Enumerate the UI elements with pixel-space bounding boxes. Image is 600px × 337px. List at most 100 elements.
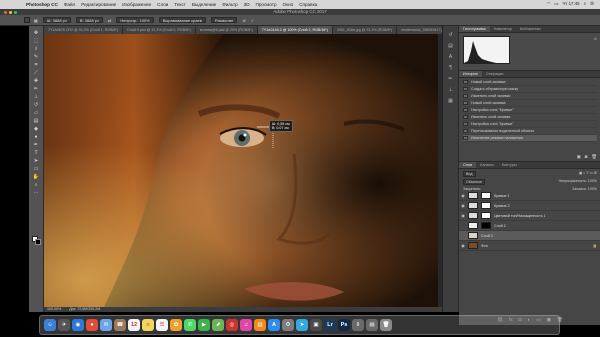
doc-tab[interactable]: коллаж@6.psd @ 25% (RGB/8*) <box>195 26 258 34</box>
home-icon[interactable] <box>24 17 30 23</box>
battery-icon[interactable]: ▭ <box>554 1 558 7</box>
close-button[interactable] <box>4 10 7 14</box>
width-field[interactable]: Ш: 3888 px <box>42 17 71 23</box>
align-edges-field[interactable]: Выравнивание краев <box>158 17 206 23</box>
portrait-photo[interactable] <box>44 34 438 307</box>
tab-history[interactable]: История <box>459 71 482 77</box>
menu-image[interactable]: Изображение <box>122 2 151 7</box>
menu-select[interactable]: Выделение <box>192 2 216 7</box>
doc-tab[interactable]: 2991_638a.jpg @ 33,3% (RGB/8*) <box>332 26 398 34</box>
tab-navigator[interactable]: Навигатор <box>490 26 516 32</box>
notes-icon[interactable]: ≡ <box>142 319 154 331</box>
itunes-icon[interactable]: ♫ <box>240 319 252 331</box>
doc-tab[interactable]: Слой 0.psd @ 33,3% (Слой 0, RGB/8*) <box>123 26 196 34</box>
menu-window[interactable]: Окно <box>283 2 294 7</box>
telegram-icon[interactable]: ➤ <box>296 319 308 331</box>
doc-size[interactable]: Док: 72,6М/330,2М <box>69 307 100 312</box>
eye-icon[interactable]: ◉ <box>461 203 465 208</box>
menu-layers[interactable]: Слои <box>157 2 168 7</box>
history-item[interactable]: Настройки слоя "Кривые" <box>463 107 597 114</box>
layer-row[interactable]: ◉ Кривые 1 <box>459 191 600 201</box>
clock[interactable]: Чт 17:45 <box>562 1 579 7</box>
photoshop-icon[interactable]: Ps <box>338 319 350 331</box>
menu-view[interactable]: Просмотр <box>256 2 277 7</box>
layer-row[interactable]: ◉ Цветовой тон/Насыщенность 1 <box>459 211 600 221</box>
layer-opacity[interactable]: Непрозрачность: 100% <box>559 179 597 185</box>
quick-select-tool-icon[interactable]: ✎ <box>33 54 40 60</box>
menu-help[interactable]: Справка <box>299 2 317 7</box>
more-tools-icon[interactable]: ··· <box>33 190 40 196</box>
blend-mode-select[interactable]: Обычные <box>463 179 485 185</box>
minimize-button[interactable] <box>9 10 12 14</box>
history-item-active[interactable]: Изменение режима наложения <box>463 135 597 142</box>
history-item[interactable]: Настройка слоя "Кривые" <box>463 121 597 128</box>
layer-row[interactable]: Слой 2 <box>459 221 600 231</box>
layer-mask-thumb[interactable] <box>481 192 491 199</box>
canvas-area[interactable]: Ш: 0,55 см В: 0,07 см <box>44 34 442 307</box>
app-store-icon[interactable]: A <box>268 319 280 331</box>
histogram-warning-icon[interactable]: ⚠ <box>593 36 597 41</box>
path-select-icon[interactable]: ➤ <box>33 158 40 164</box>
downloads-icon[interactable]: ⇩ <box>352 319 364 331</box>
search-icon[interactable]: ⌕ <box>584 1 586 7</box>
wifi-icon[interactable]: ◠ <box>546 1 550 7</box>
layer-row[interactable]: ◉ Кривые 2 <box>459 201 600 211</box>
delete-state-icon[interactable]: 🗑 <box>591 154 597 160</box>
messages-icon[interactable]: ✆ <box>184 319 196 331</box>
gradient-tool-icon[interactable]: ▤ <box>33 118 40 124</box>
history-brush-icon[interactable]: ↺ <box>33 102 40 108</box>
menu-edit[interactable]: Редактирование <box>81 2 116 7</box>
history-item[interactable]: Создать обтравочную маску <box>463 86 597 93</box>
history-item[interactable]: Перетаскивание выделенной области <box>463 128 597 135</box>
opacity-field[interactable]: Непрозр.: 100% <box>116 17 154 23</box>
tab-paths[interactable]: Контуры <box>498 162 521 168</box>
menu-app-name[interactable]: Photoshop CC <box>26 2 58 7</box>
finder-icon[interactable]: ☺ <box>44 319 56 331</box>
menu-type[interactable]: Текст <box>174 2 186 7</box>
layer-mask-thumb[interactable] <box>481 222 491 229</box>
menu-file[interactable]: Файл <box>64 2 75 7</box>
new-snapshot-icon[interactable]: ▣ <box>577 154 581 160</box>
dodge-tool-icon[interactable]: ● <box>33 134 40 140</box>
brush-tool-icon[interactable]: ✏ <box>33 86 40 92</box>
eraser-tool-icon[interactable]: ▱ <box>33 110 40 116</box>
doc-tab[interactable]: shutterstock_288949417.jpg @ 35% <box>397 26 442 34</box>
properties-panel-icon[interactable]: ▤ <box>447 43 454 49</box>
marquee-tool-icon[interactable]: ⬚ <box>33 38 40 44</box>
background-color[interactable] <box>35 239 41 245</box>
tab-layers[interactable]: Слои <box>459 162 477 168</box>
trash-icon[interactable]: 🗑 <box>380 319 392 331</box>
safari-icon[interactable]: ◉ <box>72 319 84 331</box>
photo-booth-icon[interactable]: ◎ <box>226 319 238 331</box>
photos-icon[interactable]: ✿ <box>170 319 182 331</box>
system-prefs-icon[interactable]: ⚙ <box>282 319 294 331</box>
cancel-icon[interactable]: ⊘ <box>242 18 245 23</box>
calendar-icon[interactable]: 12 <box>128 319 140 331</box>
doc-tab-active[interactable]: 7Y1A0144-2 @ 100% (Слой 2, RGB/16*) <box>257 26 333 34</box>
crop-tool-icon[interactable]: ⌗ <box>33 62 40 68</box>
blur-tool-icon[interactable]: ◆ <box>33 126 40 132</box>
paragraph-panel-icon[interactable]: ¶ <box>447 65 454 71</box>
camera-icon[interactable]: ◙ <box>585 154 588 160</box>
mode-select[interactable]: Размытие <box>210 17 238 23</box>
tab-actions[interactable]: Операции <box>482 71 508 77</box>
menu-3d[interactable]: 3D <box>244 2 250 7</box>
history-item[interactable]: Новый слой-заливка <box>463 79 597 86</box>
reminders-icon[interactable]: ☰ <box>156 319 168 331</box>
notification-icon[interactable]: ☰ <box>590 1 594 7</box>
character-panel-icon[interactable]: A <box>447 54 454 60</box>
eye-icon[interactable]: ◉ <box>461 243 465 248</box>
doc-tab[interactable]: 7Y1A0678.CR2 @ 33,3% (Слой 1, RGB/8*) <box>44 26 124 34</box>
lightroom-icon[interactable]: Lr <box>324 319 336 331</box>
history-item[interactable]: Изменить слой заливки <box>463 114 597 121</box>
swap-icon[interactable]: ⇄ <box>108 18 111 23</box>
eye-icon[interactable]: ◉ <box>461 193 465 198</box>
finder-window-icon[interactable]: ▣ <box>310 319 322 331</box>
brush-panel-icon[interactable]: ✏ <box>447 76 454 82</box>
menu-filter[interactable]: Фильтр <box>222 2 237 7</box>
contacts-icon[interactable]: ☎ <box>114 319 126 331</box>
layer-mask-thumb[interactable] <box>481 212 491 219</box>
filter-icons[interactable]: ▣ ◐ T ▭ ⊞ <box>579 171 597 177</box>
lasso-tool-icon[interactable]: ℓ <box>33 46 40 52</box>
healing-brush-icon[interactable]: ✚ <box>33 78 40 84</box>
